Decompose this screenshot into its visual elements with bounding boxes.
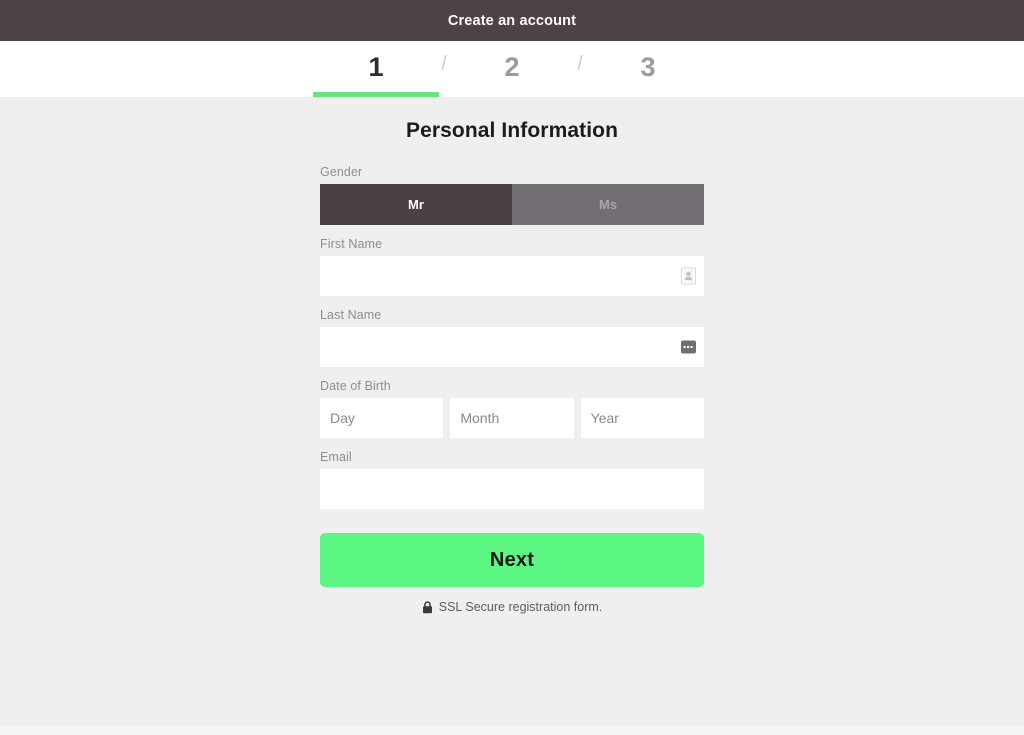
dob-year-input[interactable]: [580, 398, 704, 438]
step-3-number: 3: [640, 51, 656, 82]
contact-card-icon[interactable]: [681, 267, 696, 285]
ssl-security-text: SSL Secure registration form.: [438, 600, 603, 614]
first-name-field-group: First Name: [320, 237, 704, 296]
gender-option-mr-label: Mr: [408, 197, 424, 212]
page-title: Personal Information: [405, 119, 619, 142]
window-title: Create an account: [447, 12, 577, 29]
email-input-wrapper: [320, 469, 704, 509]
first-name-label: First Name: [320, 237, 383, 251]
first-name-input-wrapper: [320, 256, 704, 296]
last-name-input[interactable]: [320, 327, 704, 367]
gender-option-ms[interactable]: Ms: [512, 184, 704, 225]
gender-option-mr[interactable]: Mr: [320, 184, 512, 225]
step-1[interactable]: 1: [313, 41, 439, 97]
main-content: Personal Information Gender Mr Ms First …: [0, 97, 1024, 735]
gender-toggle: Mr Ms: [320, 184, 704, 225]
registration-stepper: 1 / 2 / 3: [0, 41, 1024, 97]
date-of-birth-row: [320, 398, 704, 438]
email-input[interactable]: [320, 469, 704, 509]
next-button[interactable]: Next: [320, 533, 704, 587]
email-label: Email: [320, 450, 352, 464]
ssl-security-note: SSL Secure registration form.: [320, 600, 704, 614]
dob-day-cell: [320, 398, 444, 438]
dob-month-cell: [450, 398, 574, 438]
gender-option-ms-label: Ms: [598, 197, 618, 212]
step-separator-1: /: [441, 52, 447, 75]
registration-form: Personal Information Gender Mr Ms First …: [320, 119, 704, 614]
step-1-number: 1: [368, 51, 384, 82]
last-name-field-group: Last Name: [320, 308, 704, 367]
date-of-birth-field-group: Date of Birth: [320, 379, 704, 438]
email-field-group: Email: [320, 450, 704, 509]
first-name-input[interactable]: [320, 256, 704, 296]
step-2-number: 2: [504, 51, 520, 82]
autofill-suggestion-icon[interactable]: [681, 339, 696, 356]
step-3[interactable]: 3: [585, 41, 711, 97]
dob-day-input[interactable]: [320, 398, 444, 438]
step-separator-2: /: [577, 52, 583, 75]
dob-year-cell: [580, 398, 704, 438]
lock-icon: [422, 600, 433, 614]
gender-label: Gender: [320, 165, 363, 179]
bottom-strip: [0, 726, 1024, 735]
window-titlebar: Create an account: [0, 0, 1024, 41]
gender-field-group: Gender Mr Ms: [320, 165, 704, 225]
date-of-birth-label: Date of Birth: [320, 379, 391, 393]
dob-month-input[interactable]: [450, 398, 574, 438]
last-name-label: Last Name: [320, 308, 382, 322]
stepper-items: 1 / 2 / 3: [313, 41, 711, 97]
last-name-input-wrapper: [320, 327, 704, 367]
step-2[interactable]: 2: [449, 41, 575, 97]
